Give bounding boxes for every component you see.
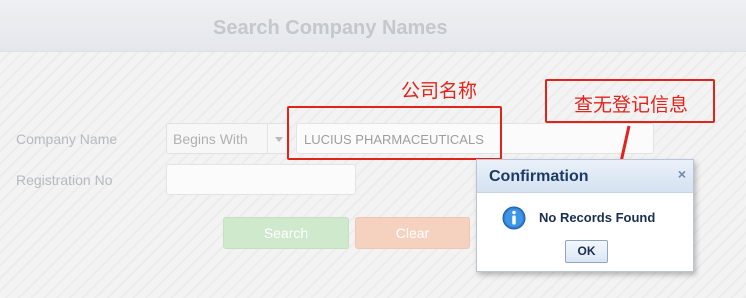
match-mode-select[interactable]: Begins With <box>166 123 290 154</box>
match-mode-value: Begins With <box>173 131 248 147</box>
company-name-label: Company Name <box>16 131 118 147</box>
page-title: Search Company Names <box>213 17 448 39</box>
info-icon <box>502 206 526 230</box>
chevron-down-icon <box>267 124 289 153</box>
confirmation-dialog: Confirmation × No Records Found OK <box>476 159 694 272</box>
registration-no-label: Registration No <box>16 172 113 188</box>
clear-button[interactable]: Clear <box>355 217 470 249</box>
dialog-message: No Records Found <box>539 210 656 225</box>
dialog-title-bar: Confirmation × <box>477 160 693 193</box>
registration-no-input[interactable] <box>166 164 356 195</box>
company-name-highlight <box>287 106 502 160</box>
header-bar: Search Company Names <box>0 0 746 52</box>
search-button[interactable]: Search <box>223 217 349 249</box>
no-record-note: 查无登记信息 <box>574 95 689 116</box>
company-name-note: 公司名称 <box>401 81 478 102</box>
dialog-title: Confirmation <box>489 168 589 185</box>
close-icon[interactable]: × <box>678 166 686 182</box>
ok-button[interactable]: OK <box>565 240 608 263</box>
